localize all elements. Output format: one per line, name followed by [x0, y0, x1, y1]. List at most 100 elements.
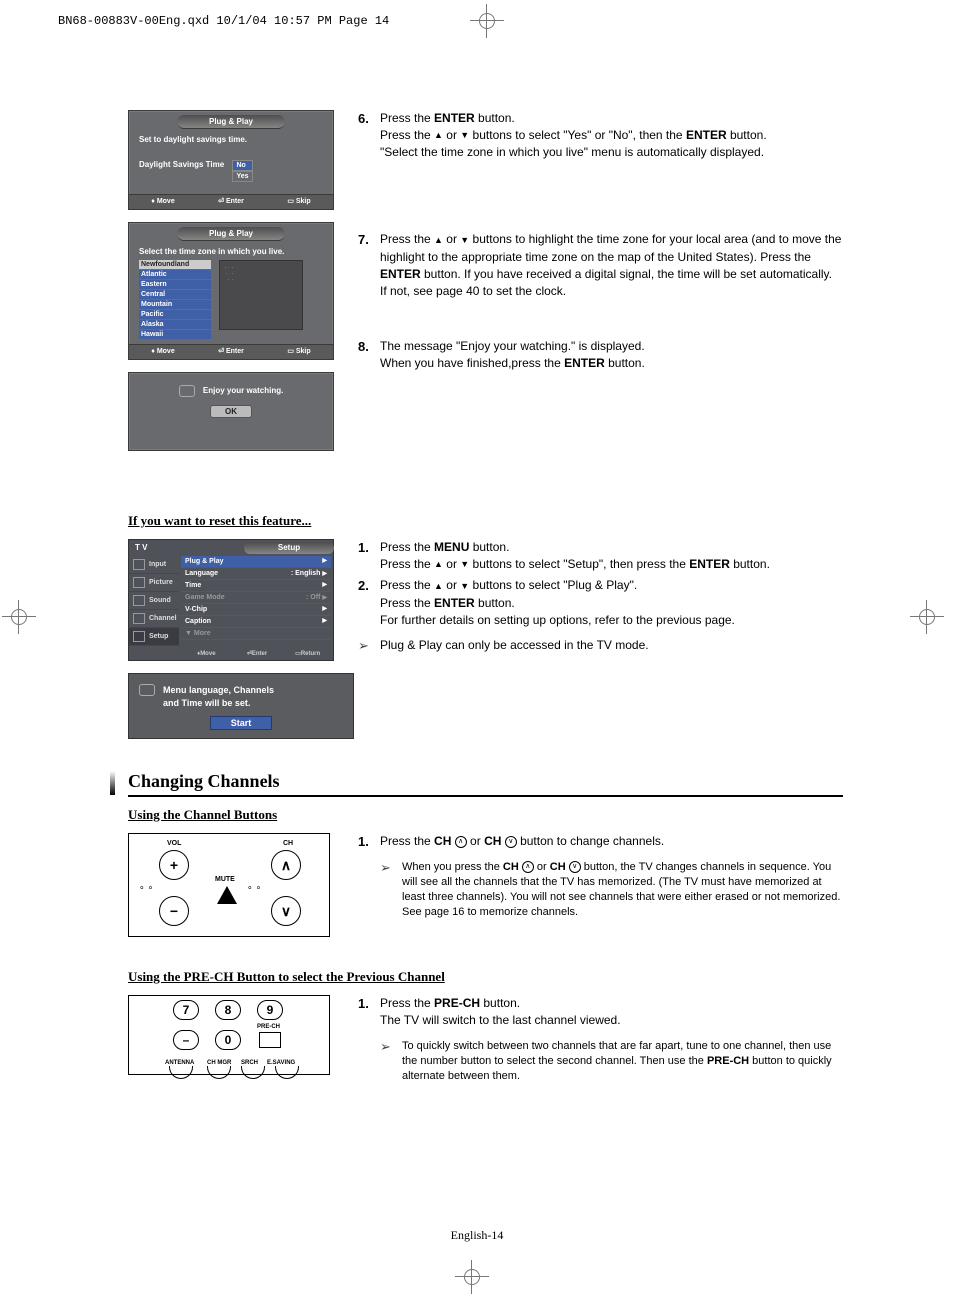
crop-mark-left [2, 600, 36, 637]
osd-prompt: Set to daylight savings time. [139, 135, 323, 144]
steps-column: 6. Press the ENTER button. Press the ▲ o… [358, 110, 843, 400]
side-item[interactable]: Setup [129, 628, 179, 646]
channel-icon [133, 613, 145, 624]
tz-item[interactable]: Atlantic [139, 270, 211, 280]
setup-sidebar: Input Picture Sound Channel Setup [129, 556, 179, 646]
side-item[interactable]: Channel [129, 610, 179, 628]
timezone-map: · · · · · · · [219, 260, 303, 330]
note-arrow-icon: ➢ [380, 1039, 402, 1084]
step-body: Press the MENU button. Press the ▲ or ▼ … [380, 539, 843, 573]
start-button[interactable]: Start [210, 716, 272, 730]
note-arrow-icon: ➢ [380, 860, 402, 920]
foot-move: ♦ Move [129, 195, 197, 209]
setup-title: Setup [244, 542, 334, 554]
arc-icon [207, 1066, 231, 1079]
step-body: Press the ▲ or ▼ buttons to highlight th… [380, 231, 843, 299]
setup-icon [133, 631, 145, 642]
ok-button[interactable]: OK [210, 405, 252, 418]
ch-down-icon: ∨ [505, 836, 517, 848]
block-steps-6-8: Plug & Play Set to daylight savings time… [128, 110, 843, 463]
start-message: Menu language, Channelsand Time will be … [163, 684, 274, 710]
foot-enter: ⏎ Enter [197, 345, 265, 359]
step-number: 2. [358, 577, 380, 628]
tv-label: T V [135, 543, 147, 552]
setup-row[interactable]: Language: English ▶ [181, 568, 331, 580]
dots-icon: ∘∘ [247, 882, 264, 893]
osd-column: Plug & Play Set to daylight savings time… [128, 110, 334, 463]
tz-item[interactable]: Central [139, 290, 211, 300]
tz-item[interactable]: Mountain [139, 300, 211, 310]
down-arrow-icon: ▼ [460, 578, 469, 595]
num-0-button[interactable]: 0 [215, 1030, 241, 1050]
osd-timezone: Plug & Play Select the time zone in whic… [128, 222, 334, 360]
arc-icon [169, 1066, 193, 1079]
setup-main: Plug & Play▶ Language: English ▶ Time▶ G… [181, 556, 331, 640]
ch-down-icon: ∨ [569, 861, 581, 873]
setup-row[interactable]: Plug & Play▶ [181, 556, 331, 568]
note-arrow-icon: ➢ [358, 637, 380, 654]
setup-row[interactable]: Caption▶ [181, 616, 331, 628]
setup-footer: ♦Move ⏎Enter ▭Return [181, 648, 333, 660]
side-item[interactable]: Sound [129, 592, 179, 610]
tz-item[interactable]: Alaska [139, 320, 211, 330]
ch-up-icon: ∧ [455, 836, 467, 848]
dash-button[interactable]: – [173, 1030, 199, 1050]
ch-label: CH [283, 840, 293, 847]
cb-step-1: 1. Press the CH ∧ or CH ∨ button to chan… [358, 833, 843, 920]
dst-option-no[interactable]: No [232, 160, 252, 171]
up-arrow-icon: ▲ [434, 232, 443, 249]
enjoy-message: Enjoy your watching. [203, 386, 283, 395]
info-icon [179, 385, 195, 397]
num-9-button[interactable]: 9 [257, 1000, 283, 1020]
step-number: 7. [358, 231, 380, 299]
step-body: Press the ▲ or ▼ buttons to select "Plug… [380, 577, 843, 628]
subhead-pre-ch: Using the PRE-CH Button to select the Pr… [128, 969, 843, 985]
num-8-button[interactable]: 8 [215, 1000, 241, 1020]
osd-footer: ♦ Move ⏎ Enter ▭ Skip [129, 344, 333, 359]
osd-daylight-savings: Plug & Play Set to daylight savings time… [128, 110, 334, 210]
step-body: Press the PRE-CH button. The TV will swi… [380, 995, 843, 1084]
step-body: Press the CH ∧ or CH ∨ button to change … [380, 833, 843, 920]
foot-skip: ▭ Skip [265, 345, 333, 359]
up-arrow-icon: ▲ [434, 578, 443, 595]
ch-down-button[interactable]: ∨ [271, 896, 301, 926]
vol-down-button[interactable]: − [159, 896, 189, 926]
prech-label: PRE-CH [257, 1024, 280, 1030]
side-item[interactable]: Picture [129, 574, 179, 592]
foot-enter: ⏎ Enter [197, 195, 265, 209]
block-reset: T V Setup Input Picture Sound Channel Se… [128, 539, 843, 739]
side-item[interactable]: Input [129, 556, 179, 574]
tz-item[interactable]: Pacific [139, 310, 211, 320]
content-area: Plug & Play Set to daylight savings time… [128, 110, 843, 1092]
page: BN68-00883V-00Eng.qxd 10/1/04 10:57 PM P… [0, 0, 954, 1315]
ch-up-button[interactable]: ∧ [271, 850, 301, 880]
block-pre-ch: 7 8 9 – 0 PRE-CH ANTENNA CH MGR SRCH E.S… [128, 995, 843, 1092]
tz-item[interactable]: Hawaii [139, 330, 211, 340]
step-8: 8. The message "Enjoy your watching." is… [358, 338, 843, 372]
setup-row[interactable]: V-Chip▶ [181, 604, 331, 616]
step-6: 6. Press the ENTER button. Press the ▲ o… [358, 110, 843, 161]
dst-label: Daylight Savings Time [139, 160, 224, 169]
dst-option-yes[interactable]: Yes [232, 171, 252, 182]
num-7-button[interactable]: 7 [173, 1000, 199, 1020]
tz-item[interactable]: Newfoundland [139, 260, 211, 270]
dst-row: Daylight Savings Time No Yes [139, 160, 323, 182]
pre-step-1: 1. Press the PRE-CH button. The TV will … [358, 995, 843, 1084]
down-arrow-icon: ▼ [460, 556, 469, 573]
down-arrow-icon: ▼ [460, 232, 469, 249]
input-icon [133, 559, 145, 570]
setup-row[interactable]: ▼ More [181, 628, 331, 640]
remote-diagram-prech: 7 8 9 – 0 PRE-CH ANTENNA CH MGR SRCH E.S… [128, 995, 330, 1075]
crop-mark-top [470, 4, 504, 41]
setup-row[interactable]: Game Mode: Off ▶ [181, 592, 331, 604]
timezone-list[interactable]: Newfoundland Atlantic Eastern Central Mo… [139, 260, 211, 340]
sound-icon [133, 595, 145, 606]
setup-row[interactable]: Time▶ [181, 580, 331, 592]
vol-up-button[interactable]: + [159, 850, 189, 880]
reset-heading: If you want to reset this feature... [128, 513, 843, 529]
note-text: Plug & Play can only be accessed in the … [380, 637, 649, 654]
step-body: The message "Enjoy your watching." is di… [380, 338, 843, 372]
vol-label: VOL [167, 840, 181, 847]
tz-item[interactable]: Eastern [139, 280, 211, 290]
prech-button[interactable] [259, 1032, 281, 1048]
